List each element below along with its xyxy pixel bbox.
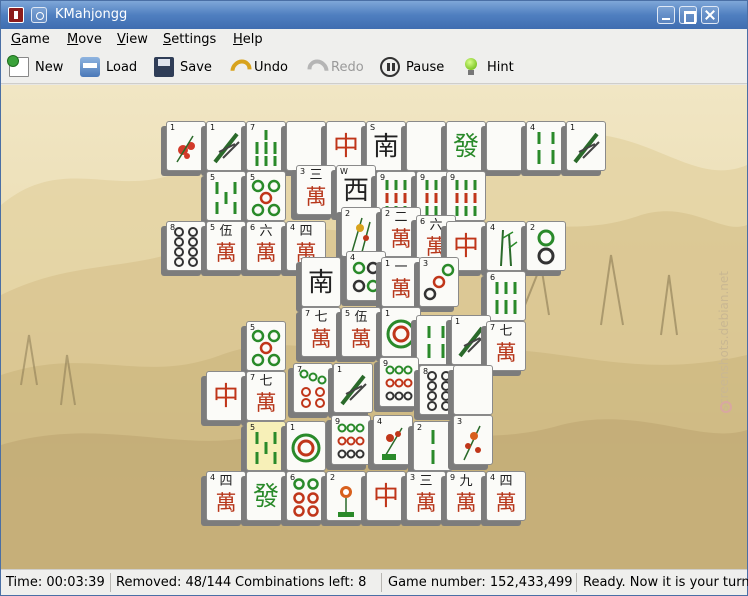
tile-green-dragon[interactable]: 發 [441, 121, 486, 176]
tile-red-dragon[interactable]: 中 [361, 471, 406, 526]
tile-circle[interactable]: 6 [281, 471, 326, 526]
tile-flower[interactable]: 2 [321, 471, 366, 526]
debian-logo-icon [720, 401, 732, 413]
status-separator [110, 573, 111, 592]
menu-help[interactable]: Help [233, 32, 263, 47]
undo-label: Undo [254, 59, 288, 75]
tile-white-dragon[interactable] [401, 121, 446, 176]
hint-bulb-icon [461, 57, 481, 77]
menu-view[interactable]: View [117, 32, 148, 47]
tile-circle[interactable]: 7 [288, 363, 333, 418]
tile-south-wind[interactable]: 南 [296, 257, 341, 312]
undo-icon [228, 57, 248, 77]
status-message: Ready. Now it is your turn. [583, 575, 748, 590]
title-bar[interactable]: KMahjongg [1, 1, 747, 29]
tile-character[interactable]: 3 三 萬 [291, 165, 336, 220]
tile-bamboo-selected[interactable]: 5 [241, 421, 286, 476]
tile-character[interactable]: 7 七 萬 [481, 321, 526, 376]
save-button[interactable]: Save [154, 54, 212, 80]
menu-bar: Game Move View Settings Help [1, 29, 747, 51]
tile-circle[interactable]: 9 [374, 357, 419, 412]
redo-icon [305, 57, 325, 77]
tile-bamboo-one[interactable]: 1 [328, 363, 373, 418]
status-combinations: Combinations left: 8 [235, 575, 367, 590]
pause-button[interactable]: Pause [380, 54, 444, 80]
tile-character[interactable]: 7 七 萬 [296, 307, 341, 362]
tile-character[interactable]: 3 三 萬 [401, 471, 446, 526]
tile-bamboo[interactable]: 7 [241, 121, 286, 176]
redo-button[interactable]: Redo [305, 54, 364, 80]
tile-circle[interactable]: 3 [414, 257, 459, 312]
status-removed: Removed: 48/144 [116, 575, 232, 590]
tile-circle[interactable]: 2 [521, 221, 566, 276]
kmahjongg-app-icon[interactable] [8, 7, 24, 23]
menu-game[interactable]: Game [11, 32, 50, 47]
tile-bamboo[interactable]: 5 [201, 171, 246, 226]
tile-circle[interactable]: 9 [326, 415, 371, 470]
tile-character[interactable]: 5 伍 萬 [336, 307, 381, 362]
redo-label: Redo [331, 59, 364, 75]
save-icon [154, 57, 174, 77]
pause-icon [380, 57, 400, 77]
tile-bamboo[interactable]: 4 [521, 121, 566, 176]
menu-move[interactable]: Move [67, 32, 102, 47]
tile-character[interactable]: 5 伍 萬 [201, 221, 246, 276]
tile-character[interactable]: 9 九 萬 [441, 471, 486, 526]
undo-button[interactable]: Undo [228, 54, 288, 80]
new-label: New [35, 59, 64, 75]
hint-button[interactable]: Hint [461, 54, 514, 80]
status-game-number: Game number: 152,433,499 [388, 575, 573, 590]
load-icon [80, 57, 100, 77]
tile-white-dragon[interactable] [281, 121, 326, 176]
tile-flower[interactable]: 3 [448, 415, 493, 470]
tile-character[interactable]: 4 四 萬 [201, 471, 246, 526]
tile-white-dragon[interactable] [481, 121, 526, 176]
tile-bamboo[interactable]: 9 [441, 171, 486, 226]
tile-flower[interactable]: 4 [368, 415, 413, 470]
tile-circle[interactable]: 5 [241, 321, 286, 376]
tile-circle-one[interactable]: 1 [281, 421, 326, 476]
new-game-icon [7, 55, 29, 77]
tile-circle[interactable]: 8 [161, 221, 206, 276]
tile-bamboo-one[interactable]: 1 [201, 121, 246, 176]
tile-flower[interactable]: 2 [336, 207, 381, 262]
tile-character[interactable]: 7 七 萬 [241, 371, 286, 426]
status-bar: Time: 00:03:39 Removed: 48/144 Combinati… [1, 569, 748, 595]
tile-character[interactable]: 4 四 萬 [481, 471, 526, 526]
tile-south-wind[interactable]: S 南 [361, 121, 406, 176]
window-menu-icon[interactable] [31, 7, 47, 23]
tile-red-dragon[interactable]: 中 [201, 371, 246, 426]
hint-label: Hint [487, 59, 514, 75]
tile-bamboo[interactable]: 2 [408, 421, 453, 476]
game-board[interactable]: screenshots.debian.net 1 1 7 中 S 南 發 4 1… [1, 85, 747, 569]
new-button[interactable]: New [7, 54, 64, 80]
status-separator [381, 573, 382, 592]
tile-bamboo-one[interactable]: 1 [561, 121, 606, 176]
tile-red-dragon[interactable]: 中 [321, 121, 366, 176]
tile-green-dragon[interactable]: 發 [241, 471, 286, 526]
load-button[interactable]: Load [80, 54, 137, 80]
maximize-button[interactable] [679, 6, 697, 24]
save-label: Save [180, 59, 212, 75]
pause-label: Pause [406, 59, 445, 75]
tile-circle[interactable]: 5 [241, 171, 286, 226]
window-title: KMahjongg [55, 7, 128, 22]
status-separator [576, 573, 577, 592]
tile-bamboo-season[interactable]: 4 [481, 221, 526, 276]
tile-character[interactable]: 6 六 萬 [241, 221, 286, 276]
watermark-text: screenshots.debian.net [717, 271, 731, 412]
tile-white-dragon[interactable] [448, 365, 493, 420]
minimize-button[interactable] [657, 6, 675, 24]
status-time: Time: 00:03:39 [6, 575, 105, 590]
close-button[interactable] [701, 6, 719, 24]
tile-flower[interactable]: 1 [161, 121, 206, 176]
menu-settings[interactable]: Settings [163, 32, 216, 47]
load-label: Load [106, 59, 138, 75]
toolbar: New Load Save Undo Redo Pause Hint [1, 51, 747, 84]
tile-bamboo[interactable]: 6 [481, 271, 526, 326]
app-window: KMahjongg Game Move View Settings Help N… [0, 0, 748, 596]
